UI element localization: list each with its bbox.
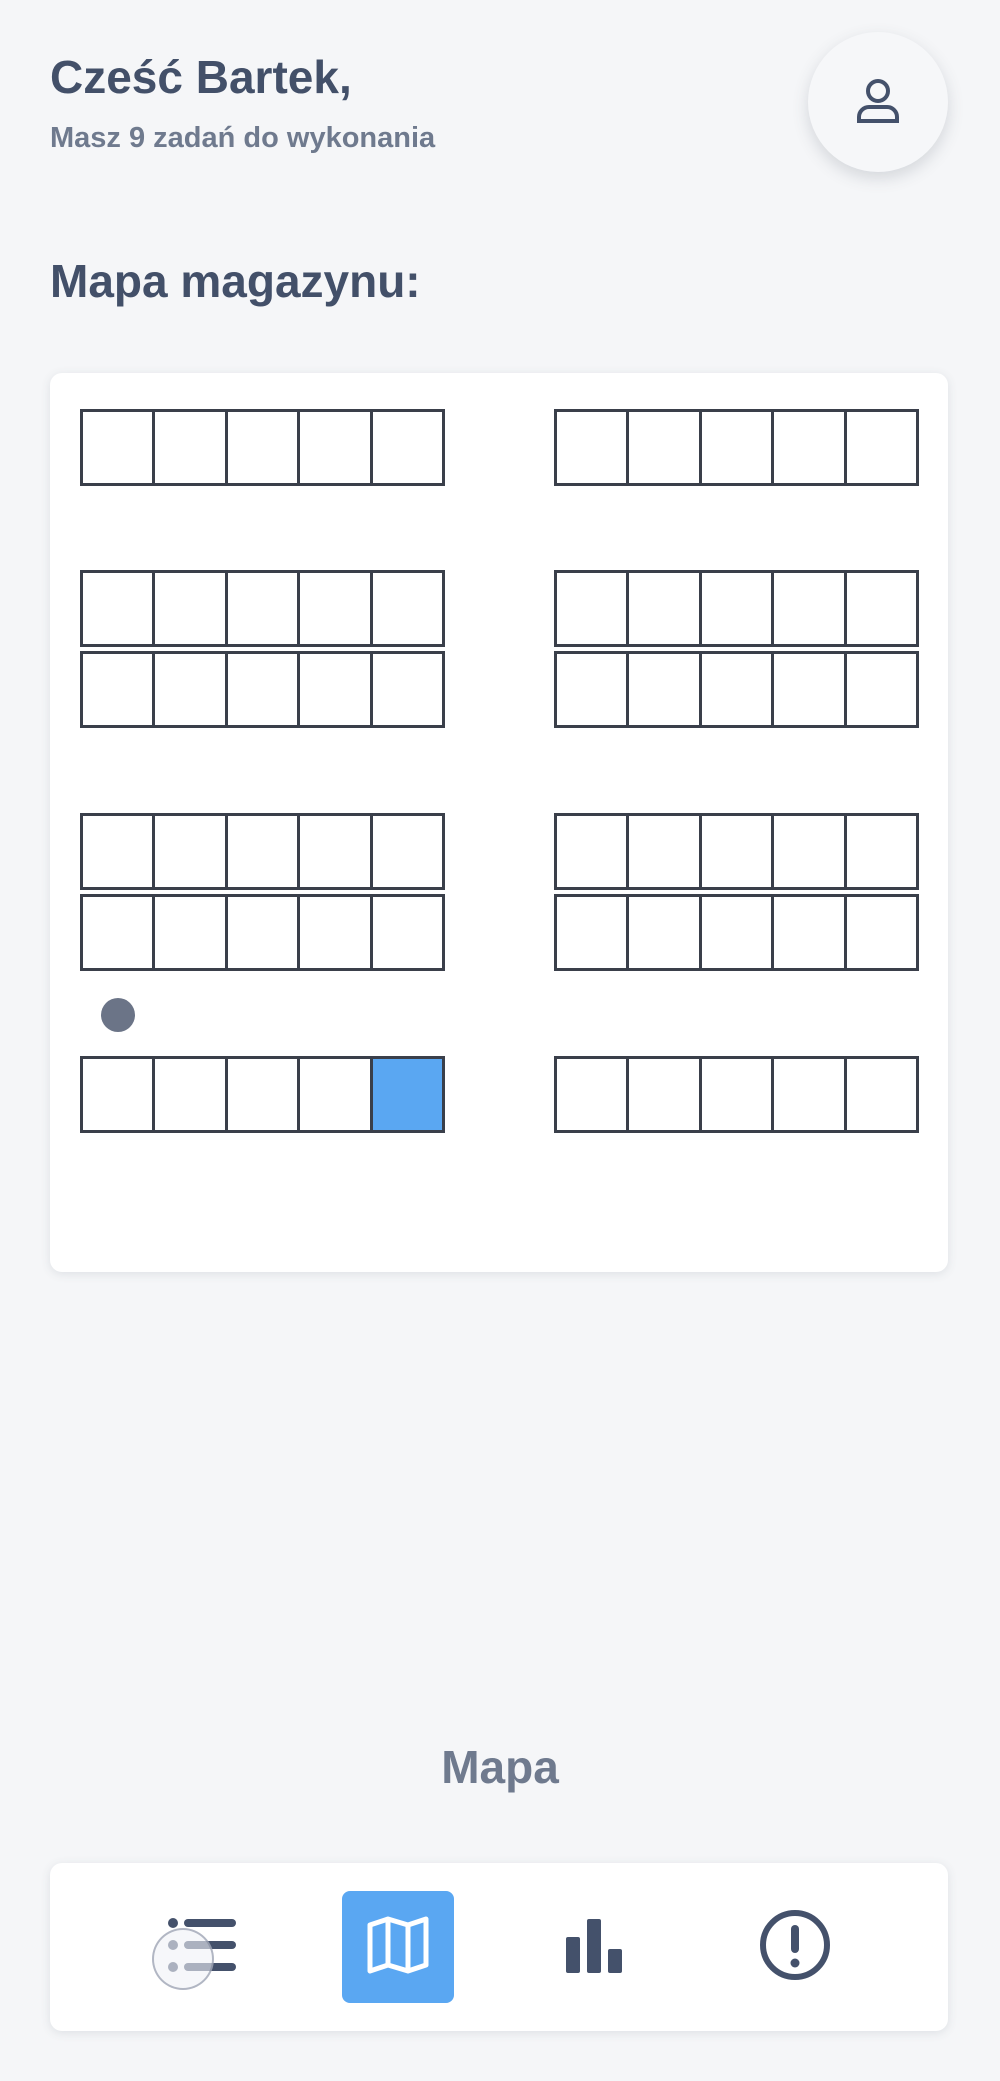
- storage-cell[interactable]: [771, 1056, 847, 1133]
- storage-cell[interactable]: [224, 894, 301, 971]
- storage-cell[interactable]: [80, 1056, 156, 1133]
- storage-cell[interactable]: [771, 651, 847, 728]
- rack-right-1[interactable]: [554, 409, 920, 486]
- nav-tasks-button[interactable]: [146, 1891, 258, 2003]
- storage-cell[interactable]: [297, 570, 373, 647]
- storage-cell[interactable]: [698, 409, 775, 486]
- storage-cell[interactable]: [626, 1056, 702, 1133]
- storage-cell[interactable]: [152, 894, 228, 971]
- storage-cell[interactable]: [80, 570, 156, 647]
- storage-cell[interactable]: [698, 651, 775, 728]
- storage-cell[interactable]: [554, 570, 630, 647]
- storage-cell[interactable]: [224, 813, 301, 890]
- storage-cell[interactable]: [369, 409, 446, 486]
- storage-cell[interactable]: [297, 1056, 373, 1133]
- storage-cell[interactable]: [843, 813, 920, 890]
- storage-cell[interactable]: [224, 1056, 301, 1133]
- section-title: Mapa magazynu:: [50, 255, 421, 307]
- rack-right-4[interactable]: [554, 1056, 920, 1133]
- storage-cell[interactable]: [843, 570, 920, 647]
- profile-button[interactable]: [808, 32, 948, 172]
- rack-left-4[interactable]: [80, 1056, 446, 1133]
- storage-cell[interactable]: [80, 409, 156, 486]
- storage-cell[interactable]: [843, 1056, 920, 1133]
- storage-cell[interactable]: [626, 570, 702, 647]
- storage-cell[interactable]: [626, 813, 702, 890]
- storage-cell[interactable]: [297, 894, 373, 971]
- map-icon: [366, 1915, 430, 1980]
- storage-cell[interactable]: [554, 1056, 630, 1133]
- rack-right-2b[interactable]: [554, 651, 920, 728]
- storage-cell[interactable]: [626, 894, 702, 971]
- bottom-nav: [50, 1863, 948, 2031]
- warehouse-map: [50, 373, 948, 1272]
- storage-cell[interactable]: [224, 570, 301, 647]
- rack-right-2a[interactable]: [554, 570, 920, 647]
- worker-location-marker: [101, 998, 135, 1032]
- storage-cell[interactable]: [843, 894, 920, 971]
- storage-cell[interactable]: [369, 651, 446, 728]
- storage-cell[interactable]: [297, 651, 373, 728]
- storage-cell[interactable]: [80, 894, 156, 971]
- storage-cell[interactable]: [554, 813, 630, 890]
- storage-cell[interactable]: [698, 894, 775, 971]
- nav-alerts-button[interactable]: [739, 1891, 851, 2003]
- storage-cell[interactable]: [369, 570, 446, 647]
- storage-cell-highlighted[interactable]: [369, 1056, 446, 1133]
- storage-cell[interactable]: [80, 813, 156, 890]
- user-icon: [853, 75, 903, 130]
- storage-cell[interactable]: [554, 651, 630, 728]
- storage-cell[interactable]: [152, 570, 228, 647]
- rack-left-1[interactable]: [80, 409, 446, 486]
- storage-cell[interactable]: [224, 651, 301, 728]
- storage-cell[interactable]: [152, 813, 228, 890]
- storage-cell[interactable]: [698, 813, 775, 890]
- storage-cell[interactable]: [297, 813, 373, 890]
- storage-cell[interactable]: [554, 894, 630, 971]
- rack-right-3b[interactable]: [554, 894, 920, 971]
- storage-cell[interactable]: [771, 894, 847, 971]
- nav-stats-button[interactable]: [538, 1891, 650, 2003]
- rack-left-2b[interactable]: [80, 651, 446, 728]
- storage-cell[interactable]: [369, 813, 446, 890]
- storage-cell[interactable]: [698, 570, 775, 647]
- storage-cell[interactable]: [771, 813, 847, 890]
- rack-left-3b[interactable]: [80, 894, 446, 971]
- storage-cell[interactable]: [297, 409, 373, 486]
- storage-cell[interactable]: [152, 1056, 228, 1133]
- bar-chart-icon: [564, 1915, 624, 1980]
- storage-cell[interactable]: [152, 651, 228, 728]
- storage-cell[interactable]: [771, 570, 847, 647]
- page-label: Mapa: [441, 1741, 559, 1793]
- rack-right-3a[interactable]: [554, 813, 920, 890]
- storage-cell[interactable]: [626, 651, 702, 728]
- storage-cell[interactable]: [771, 409, 847, 486]
- alert-icon: [758, 1908, 832, 1987]
- storage-cell[interactable]: [80, 651, 156, 728]
- touch-indicator: [152, 1928, 214, 1990]
- nav-map-button[interactable]: [342, 1891, 454, 2003]
- storage-cell[interactable]: [369, 894, 446, 971]
- rack-left-2a[interactable]: [80, 570, 446, 647]
- storage-cell[interactable]: [152, 409, 228, 486]
- storage-cell[interactable]: [843, 409, 920, 486]
- tasks-count-subtitle: Masz 9 zadań do wykonania: [50, 122, 436, 154]
- storage-cell[interactable]: [698, 1056, 775, 1133]
- greeting-title: Cześć Bartek,: [50, 51, 352, 103]
- storage-cell[interactable]: [224, 409, 301, 486]
- rack-left-3a[interactable]: [80, 813, 446, 890]
- storage-cell[interactable]: [626, 409, 702, 486]
- storage-cell[interactable]: [843, 651, 920, 728]
- storage-cell[interactable]: [554, 409, 630, 486]
